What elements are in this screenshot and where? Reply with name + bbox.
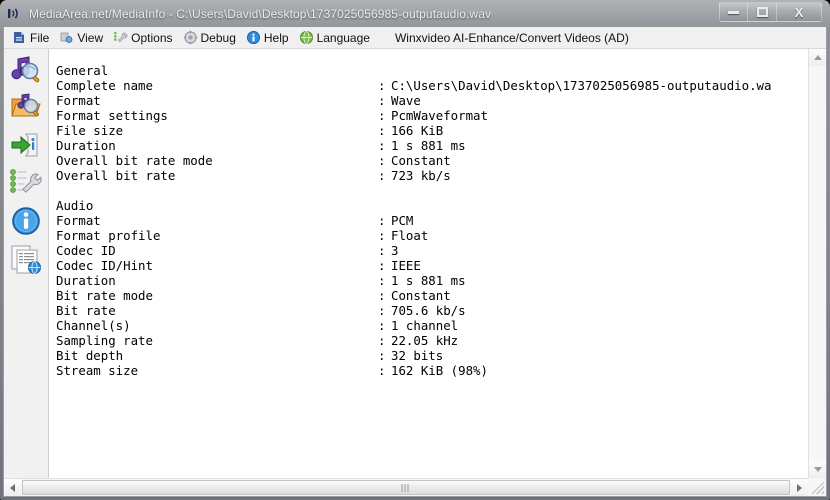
client-area: File View Options Debug Help Language Wi… <box>3 27 827 497</box>
open-file-icon[interactable] <box>9 53 43 87</box>
menu-file-label: File <box>30 30 50 45</box>
report-values: C:\Users\David\Desktop\1737025056985-out… <box>391 78 772 379</box>
vertical-scrollbar[interactable] <box>808 49 826 478</box>
globe-language-icon <box>299 30 314 45</box>
maximize-button[interactable] <box>748 2 777 22</box>
chevron-down-icon <box>813 467 822 472</box>
menu-help-label: Help <box>263 30 289 45</box>
horizontal-scroll-thumb[interactable] <box>22 480 790 495</box>
menu-debug[interactable]: Debug <box>180 28 243 48</box>
close-icon: X <box>794 4 804 20</box>
menu-options[interactable]: Options <box>110 28 179 48</box>
menu-help[interactable]: Help <box>243 28 296 48</box>
icon-sidebar <box>4 49 49 478</box>
preferences-icon[interactable] <box>9 166 43 200</box>
menu-language-label: Language <box>316 30 370 45</box>
export-info-icon[interactable] <box>9 128 43 162</box>
window-controls: X <box>719 2 822 23</box>
chevron-up-icon <box>813 55 822 60</box>
menu-language[interactable]: Language <box>296 28 377 48</box>
menu-view[interactable]: View <box>56 28 110 48</box>
view-icon <box>59 30 74 45</box>
scroll-grip-icon <box>401 483 411 492</box>
window-title: MediaArea.net/MediaInfo - C:\Users\David… <box>29 6 492 21</box>
about-info-icon[interactable] <box>9 204 43 238</box>
wrench-options-icon <box>113 30 128 45</box>
menu-debug-label: Debug <box>200 30 236 45</box>
mediainfo-window: MediaArea.net/MediaInfo - C:\Users\David… <box>0 0 830 500</box>
scroll-left-button[interactable] <box>4 479 21 496</box>
sheet-globe-icon[interactable] <box>9 242 43 276</box>
report-keys: General Complete name Format Format sett… <box>56 63 213 379</box>
menu-bar: File View Options Debug Help Language Wi… <box>4 27 826 49</box>
horizontal-scrollbar[interactable] <box>4 478 808 496</box>
mediainfo-speaker-icon <box>7 5 24 22</box>
menu-options-label: Options <box>131 30 173 45</box>
menu-file[interactable]: File <box>9 28 56 48</box>
menu-ad-text[interactable]: Winxvideo AI-Enhance/Convert Videos (AD) <box>395 31 629 45</box>
scroll-right-button[interactable] <box>791 479 808 496</box>
info-help-icon <box>246 30 261 45</box>
menu-view-label: View <box>77 30 104 45</box>
vertical-scroll-track[interactable] <box>809 66 826 461</box>
chevron-right-icon <box>797 483 802 492</box>
close-button[interactable]: X <box>777 2 822 22</box>
scroll-up-button[interactable] <box>809 49 826 66</box>
content-area: General Complete name Format Format sett… <box>4 49 826 496</box>
chevron-left-icon <box>10 483 15 492</box>
resize-grip[interactable] <box>808 478 826 496</box>
minimize-icon <box>728 10 739 14</box>
maximize-icon <box>756 7 768 17</box>
file-open-icon <box>12 30 27 45</box>
title-bar[interactable]: MediaArea.net/MediaInfo - C:\Users\David… <box>0 0 830 27</box>
gear-debug-icon <box>183 30 198 45</box>
open-folder-icon[interactable] <box>9 90 43 124</box>
minimize-button[interactable] <box>719 2 748 22</box>
media-info-report[interactable]: General Complete name Format Format sett… <box>50 49 808 478</box>
report-separators: : : : : : : : : : : : : : : : : : : <box>378 78 386 379</box>
scroll-down-button[interactable] <box>809 461 826 478</box>
